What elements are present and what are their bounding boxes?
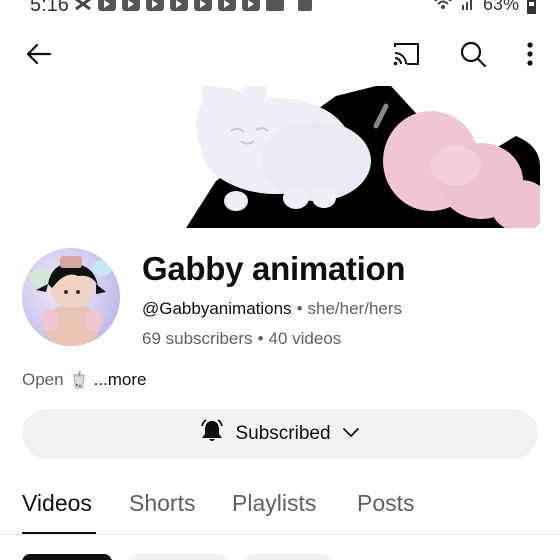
channel-avatar[interactable] bbox=[22, 248, 120, 346]
description-more-link[interactable]: ...more bbox=[94, 370, 147, 390]
tab-videos[interactable]: Videos bbox=[22, 490, 92, 517]
video-app-icon bbox=[122, 0, 140, 11]
notification-icons bbox=[74, 0, 312, 11]
filter-chip[interactable] bbox=[128, 554, 228, 560]
tab-divider bbox=[0, 534, 560, 535]
cast-button[interactable] bbox=[388, 38, 424, 74]
channel-tabs: Videos Shorts Playlists Posts bbox=[0, 482, 560, 535]
separator: • bbox=[296, 299, 303, 318]
gallery-icon bbox=[266, 0, 284, 11]
separator: • bbox=[257, 329, 264, 348]
video-app-icon bbox=[98, 0, 116, 11]
video-count: 40 videos bbox=[268, 329, 342, 348]
cast-icon bbox=[391, 41, 421, 72]
video-app-icon bbox=[194, 0, 212, 11]
channel-name: Gabby animation bbox=[142, 250, 406, 287]
tab-shorts[interactable]: Shorts bbox=[129, 490, 195, 517]
subscriber-count: 69 subscribers bbox=[142, 329, 253, 348]
more-vert-icon bbox=[526, 41, 534, 72]
video-app-icon bbox=[242, 0, 260, 11]
notification-bell-icon bbox=[199, 418, 225, 450]
tab-posts[interactable]: Posts bbox=[357, 490, 415, 517]
tab-playlists[interactable]: Playlists bbox=[232, 490, 316, 517]
capcut-icon bbox=[74, 0, 92, 11]
channel-pronouns: she/her/hers bbox=[307, 299, 403, 318]
close-notification-icon bbox=[298, 0, 312, 11]
subscribed-button[interactable]: Subscribed bbox=[22, 409, 538, 459]
chevron-down-icon bbox=[341, 423, 361, 445]
more-options-button[interactable] bbox=[512, 38, 548, 74]
subscribed-label: Subscribed bbox=[235, 423, 331, 444]
signal-icon bbox=[461, 0, 475, 15]
video-app-icon bbox=[170, 0, 188, 11]
app-bar bbox=[0, 30, 560, 80]
video-app-icon bbox=[218, 0, 236, 11]
wifi-icon bbox=[433, 0, 453, 15]
filter-chip[interactable] bbox=[244, 554, 332, 560]
filter-chip[interactable] bbox=[22, 554, 112, 560]
channel-handle: @Gabbyanimations bbox=[142, 299, 292, 318]
back-arrow-icon bbox=[24, 42, 52, 71]
channel-banner bbox=[186, 86, 540, 228]
channel-meta-handle-line: @Gabbyanimations • she/her/hers bbox=[142, 299, 402, 319]
search-icon bbox=[459, 40, 487, 73]
status-bar: 5:16 63% bbox=[0, 0, 560, 22]
back-button[interactable] bbox=[20, 38, 56, 74]
search-button[interactable] bbox=[455, 38, 491, 74]
battery-icon bbox=[527, 0, 536, 14]
bubble-tea-icon bbox=[70, 370, 88, 389]
status-time: 5:16 bbox=[30, 0, 69, 16]
battery-percent: 63% bbox=[482, 0, 519, 14]
video-app-icon bbox=[146, 0, 164, 11]
channel-description[interactable]: Open ...more bbox=[22, 370, 147, 390]
description-text: Open bbox=[22, 370, 64, 389]
status-right: 63% bbox=[433, 0, 536, 15]
channel-meta-stats-line: 69 subscribers • 40 videos bbox=[142, 329, 341, 349]
